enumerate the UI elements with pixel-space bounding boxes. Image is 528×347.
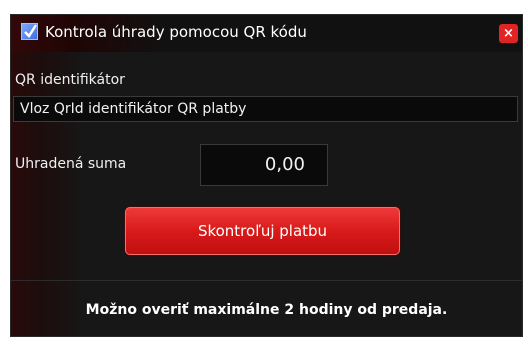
window-title: Kontrola úhrady pomocou QR kódu: [45, 23, 307, 41]
verification-note: Možno overiť maximálne 2 hodiny od preda…: [85, 302, 448, 318]
checkbox-icon: [21, 23, 38, 40]
close-button[interactable]: ×: [499, 24, 518, 43]
qr-identifier-input[interactable]: Vloz QrId identifikátor QR platby: [13, 96, 518, 122]
check-payment-label: Skontroľuj platbu: [197, 222, 328, 240]
qr-payment-dialog: Kontrola úhrady pomocou QR kódu × QR ide…: [10, 14, 523, 337]
check-payment-button[interactable]: Skontroľuj platbu: [125, 207, 400, 255]
divider: [11, 280, 522, 281]
dialog-body: QR identifikátor Vloz QrId identifikátor…: [11, 52, 522, 336]
close-icon: ×: [503, 26, 514, 41]
title-bar: Kontrola úhrady pomocou QR kódu ×: [11, 15, 522, 52]
qr-identifier-label: QR identifikátor: [15, 72, 125, 88]
paid-amount-field[interactable]: 0,00: [200, 144, 328, 186]
paid-amount-label: Uhradená suma: [15, 156, 127, 172]
